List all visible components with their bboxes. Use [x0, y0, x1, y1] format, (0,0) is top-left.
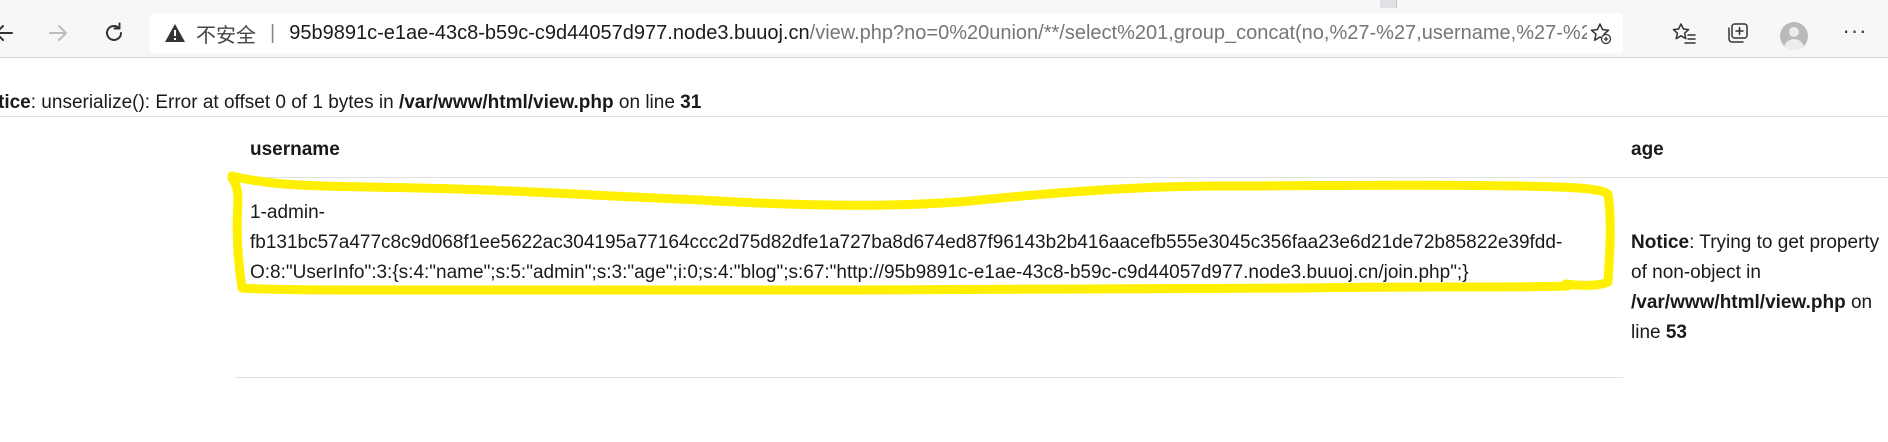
table-row-divider	[235, 377, 1623, 378]
notice-label: tice	[0, 92, 31, 113]
table-header-divider	[235, 177, 1888, 178]
username-line: fb131bc57a477c8c9d068f1ee5622ac304195a77…	[250, 232, 1563, 253]
insecure-label[interactable]: 不安全	[196, 19, 256, 48]
url-host: 95b9891c-e1ae-43c8-b59c-c9d44057d977.nod…	[289, 21, 810, 44]
background-tab[interactable]	[1396, 0, 1888, 8]
more-icon[interactable]: ···	[1840, 18, 1870, 48]
reload-icon	[106, 22, 122, 41]
profile-icon[interactable]	[1780, 22, 1808, 50]
favorites-icon[interactable]	[1669, 18, 1699, 48]
username-line: 1-admin-	[250, 202, 325, 223]
forward-button[interactable]	[40, 15, 76, 51]
age-notice-label: Notice	[1631, 232, 1690, 253]
column-header-username: username	[250, 139, 340, 160]
collections-icon[interactable]	[1723, 18, 1753, 48]
back-icon	[0, 25, 13, 41]
active-tab[interactable]	[0, 0, 1380, 8]
notice-message: : unserialize(): Error at offset 0 of 1 …	[30, 92, 399, 113]
back-button[interactable]	[0, 15, 22, 51]
address-bar[interactable]: 不安全 | 95b9891c-e1ae-43c8-b59c-c9d44057d9…	[150, 13, 1623, 53]
notice-line-number: 31	[680, 92, 702, 113]
browser-toolbar: 不安全 | 95b9891c-e1ae-43c8-b59c-c9d44057d9…	[0, 8, 1888, 58]
warning-icon[interactable]	[164, 22, 186, 44]
address-separator: |	[270, 21, 276, 44]
notice-on-line: on line	[613, 92, 681, 113]
add-favorite-icon[interactable]	[1587, 20, 1613, 46]
column-header-age: age	[1631, 139, 1664, 160]
username-line: O:8:"UserInfo":3:{s:4:"name";s:5:"admin"…	[250, 262, 1469, 283]
divider	[0, 116, 1888, 117]
notice-file: /var/www/html/view.php	[398, 92, 614, 113]
username-cell: 1-admin-fb131bc57a477c8c9d068f1ee5622ac3…	[250, 198, 1608, 288]
age-notice-file: /var/www/html/view.php	[1631, 292, 1846, 313]
url-path: /view.php?no=0%20union/**/select%201,gro…	[809, 21, 1609, 44]
reload-button[interactable]	[96, 15, 132, 51]
tab-strip	[0, 0, 1888, 8]
unserialize-notice: tice: unserialize(): Error at offset 0 o…	[0, 92, 701, 114]
age-cell: Notice: Trying to get property of non-ob…	[1631, 228, 1881, 348]
forward-icon	[49, 25, 67, 41]
age-notice-line-number: 53	[1665, 322, 1687, 343]
